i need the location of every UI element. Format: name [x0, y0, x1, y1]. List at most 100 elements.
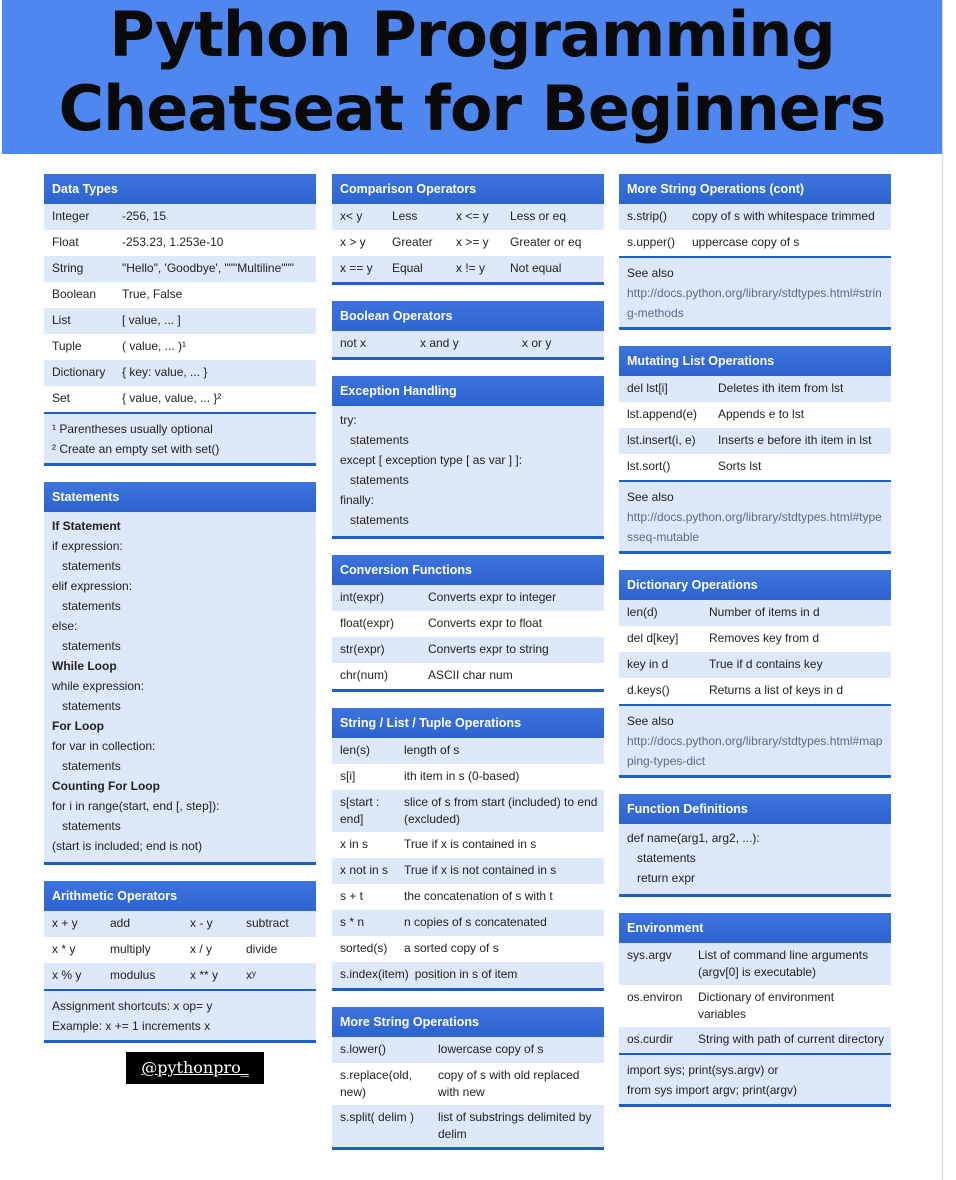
- section-title: Statements: [44, 482, 316, 512]
- code-line: (start is included; end is not): [52, 839, 203, 853]
- code-line: statements: [52, 599, 121, 613]
- table-cell: Sorts lst: [718, 459, 762, 473]
- table-row: lst.append(e) Appends e to lst: [619, 402, 891, 428]
- table-row: List [ value, ... ]: [44, 308, 316, 334]
- section-title: Environment: [619, 913, 891, 943]
- table-row: os.curdir String with path of current dir…: [619, 1027, 891, 1053]
- table-cell: [ value, ... ]: [122, 313, 181, 327]
- statements-section: Statements If Statement if expression: sta…: [44, 482, 316, 865]
- note-line: Assignment shortcuts: x op= y: [52, 999, 213, 1013]
- code-line: statements: [340, 473, 409, 487]
- table-row: len(d) Number of items in d: [619, 600, 891, 626]
- comparison-section: Comparison Operators x< y Less x <= y Less o…: [332, 174, 604, 285]
- table-cell: List: [52, 313, 71, 327]
- table-cell: modulus: [110, 968, 156, 982]
- code-line: statements: [52, 819, 121, 833]
- code-line: def name(arg1, arg2, ...):: [627, 831, 760, 845]
- table-cell: Returns a list of keys in d: [709, 683, 844, 697]
- see-also-note: See also http://docs.python.org/library/s…: [619, 256, 891, 327]
- table-cell: Inserts e before ith item in lst: [718, 433, 872, 447]
- docs-link[interactable]: http://docs.python.org/library/stdtypes.…: [627, 731, 883, 771]
- table-row: sorted(s) a sorted copy of s: [332, 936, 604, 962]
- table-cell: x <= y: [456, 209, 489, 223]
- table-cell: lst.insert(i, e): [627, 433, 696, 447]
- code-line: statements: [627, 851, 696, 865]
- table-cell: Less or eq: [510, 209, 567, 223]
- table-cell: Less: [392, 209, 418, 223]
- table-cell: x or y: [522, 336, 552, 350]
- table-row: lst.insert(i, e) Inserts e before ith ite…: [619, 428, 891, 454]
- table-row: Set { value, value, ... }²: [44, 386, 316, 412]
- table-cell: Greater: [392, 235, 433, 249]
- section-title: Data Types: [44, 174, 316, 204]
- table-cell: Not equal: [510, 261, 562, 275]
- table-row: s.split( delim ) list of substrings delim…: [332, 1105, 604, 1147]
- note-line: ² Create an empty set with set(): [52, 442, 220, 456]
- table-cell: Deletes ith item from lst: [718, 381, 844, 395]
- table-cell: x + y: [52, 916, 78, 930]
- table-row: Integer -256, 15: [44, 204, 316, 230]
- table-cell: x >= y: [456, 235, 489, 249]
- table-row: s.index(item) position in s of item: [332, 962, 604, 988]
- table-row: x == y Equal x != y Not equal: [332, 256, 604, 282]
- table-row: Float -253.23, 1.253e-10: [44, 230, 316, 256]
- table-cell: subtract: [246, 916, 289, 930]
- note-line: ¹ Parentheses usually optional: [52, 422, 213, 436]
- table-cell: int(expr): [340, 590, 385, 604]
- column-1: Data Types Integer -256, 15 Float -253.23, 1…: [44, 174, 316, 1059]
- note-line: from sys import argv; print(argv): [627, 1083, 798, 1097]
- author-handle: @pythonpro_: [126, 1052, 264, 1084]
- code-line: statements: [340, 513, 409, 527]
- table-row: s[i] ith item in s (0-based): [332, 764, 604, 790]
- table-row: not x x and y x or y: [332, 331, 604, 357]
- section-notes: ¹ Parentheses usually optional ² Create a…: [44, 412, 316, 463]
- table-row: key in d True if d contains key: [619, 652, 891, 678]
- column-2: Comparison Operators x< y Less x <= y Less o…: [332, 174, 604, 1166]
- table-cell: ith item in s (0-based): [404, 769, 520, 783]
- section-title: Comparison Operators: [332, 174, 604, 204]
- table-cell: os.curdir: [627, 1032, 674, 1046]
- table-cell: Dictionary of environment variables: [698, 990, 835, 1021]
- table-cell: x in s: [340, 837, 369, 851]
- table-cell: Integer: [52, 209, 90, 223]
- table-row: sys.argv List of command line arguments (…: [619, 943, 891, 985]
- docs-link[interactable]: http://docs.python.org/library/stdtypes.…: [627, 507, 883, 547]
- table-row: float(expr) Converts expr to float: [332, 611, 604, 637]
- table-cell: sorted(s): [340, 941, 388, 955]
- table-row: x > y Greater x >= y Greater or eq: [332, 230, 604, 256]
- table-cell: del d[key]: [627, 631, 679, 645]
- table-cell: Greater or eq: [510, 235, 582, 249]
- table-cell: xʸ: [246, 968, 256, 982]
- table-cell: chr(num): [340, 668, 389, 682]
- table-cell: s[start : end]: [340, 795, 380, 826]
- code-block: def name(arg1, arg2, ...): statements re…: [619, 824, 891, 894]
- table-cell: Removes key from d: [709, 631, 820, 645]
- section-title: Boolean Operators: [332, 301, 604, 331]
- table-cell: lst.append(e): [627, 407, 698, 421]
- table-cell: x * y: [52, 942, 76, 956]
- table-cell: { value, value, ... }²: [122, 391, 222, 405]
- note-line: import sys; print(sys.argv) or: [627, 1063, 779, 1077]
- table-cell: x ** y: [190, 968, 219, 982]
- table-row: s.lower() lowercase copy of s: [332, 1037, 604, 1063]
- table-cell: Equal: [392, 261, 423, 275]
- table-row: os.environ Dictionary of environment vari…: [619, 985, 891, 1027]
- table-row: s * n n copies of s concatenated: [332, 910, 604, 936]
- table-cell: key in d: [627, 657, 669, 671]
- code-line: finally:: [340, 493, 375, 507]
- code-line: for i in range(start, end [, step]):: [52, 799, 220, 813]
- table-cell: s.lower(): [340, 1042, 387, 1056]
- table-row: String "Hello", 'Goodbye', """Multiline""…: [44, 256, 316, 282]
- section-title: More String Operations (cont): [619, 174, 891, 204]
- code-line: If Statement: [52, 519, 121, 533]
- boolean-section: Boolean Operators not x x and y x or y: [332, 301, 604, 360]
- table-cell: s.replace(old, new): [340, 1068, 413, 1099]
- code-line: while expression:: [52, 679, 145, 693]
- table-cell: lst.sort(): [627, 459, 671, 473]
- code-line: statements: [52, 559, 121, 573]
- docs-link[interactable]: http://docs.python.org/library/stdtypes.…: [627, 283, 883, 323]
- table-cell: x != y: [456, 261, 486, 275]
- table-cell: str(expr): [340, 642, 385, 656]
- table-cell: divide: [246, 942, 278, 956]
- code-line: statements: [52, 639, 121, 653]
